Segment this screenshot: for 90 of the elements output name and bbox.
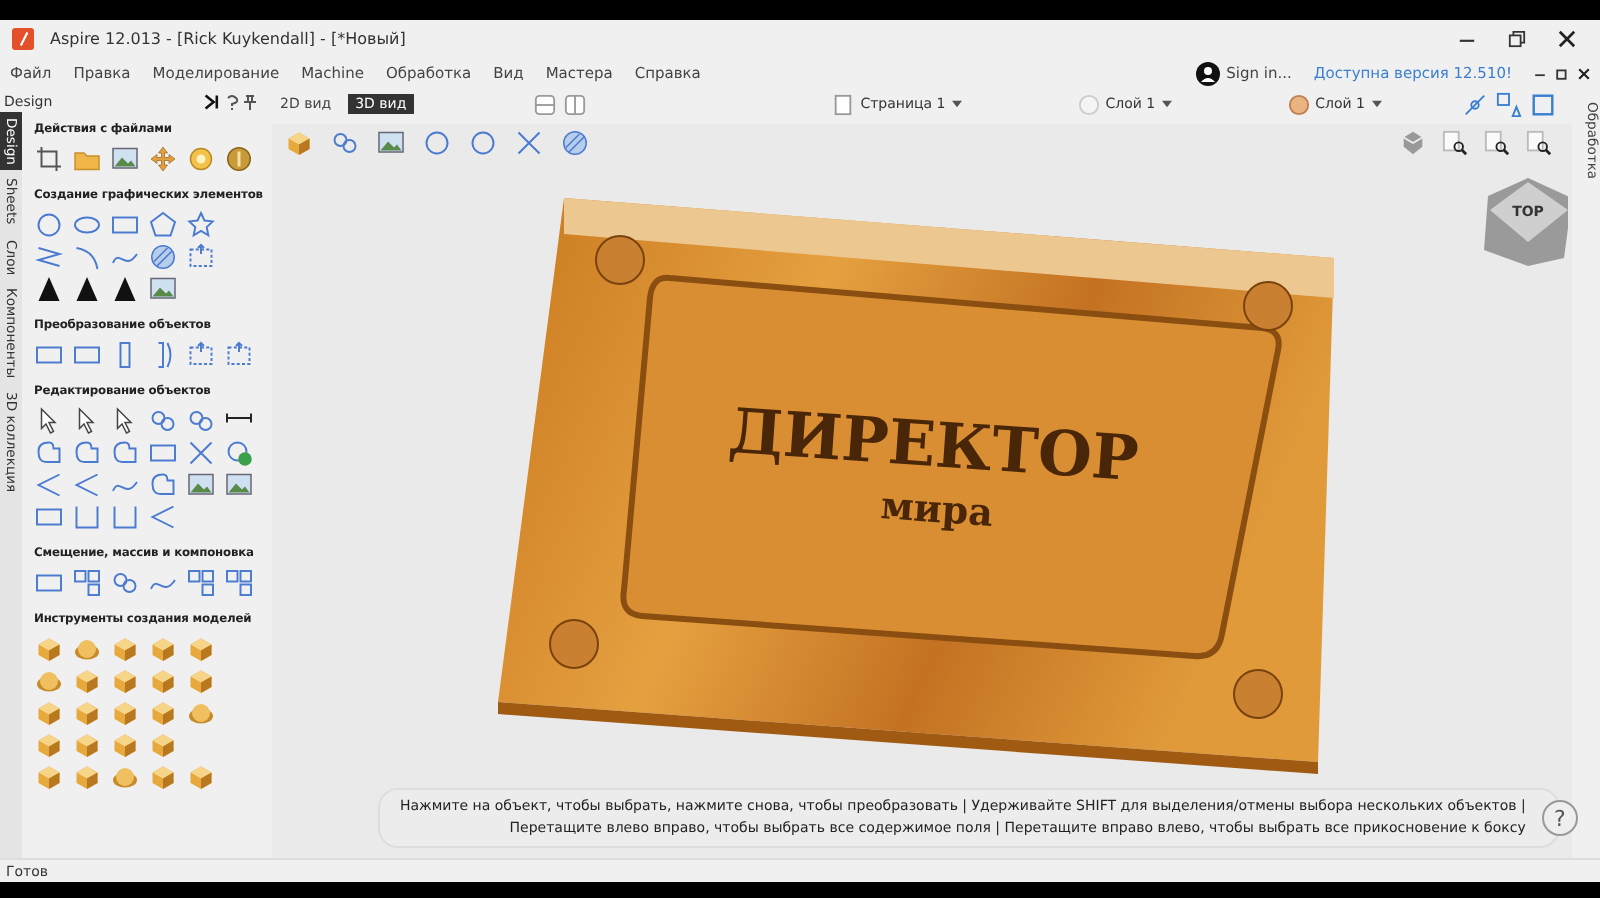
cube-icon[interactable] [34,697,64,727]
angle-icon[interactable] [34,469,64,499]
nodes-icon[interactable] [148,405,178,435]
close-icon[interactable] [1558,29,1576,47]
cross-icon[interactable] [186,437,216,467]
cube-icon[interactable] [186,761,216,791]
cube-icon[interactable] [148,697,178,727]
close-icon[interactable] [1578,67,1590,79]
picture-icon[interactable] [148,273,178,303]
user-icon[interactable] [1196,61,1221,85]
circle-icon[interactable] [422,127,452,157]
cube-icon[interactable] [72,665,102,695]
cube-icon[interactable] [186,633,216,663]
cube-icon[interactable] [186,665,216,695]
square-icon[interactable] [1530,91,1556,117]
window-title: Aspire 12.013 - [Rick Kuykendall] - [*Новый] [50,29,408,47]
frame-icon[interactable] [186,339,216,369]
circle-icon[interactable] [468,127,498,157]
triangle-icon[interactable] [34,273,64,303]
star-icon[interactable] [186,209,216,239]
cube-icon[interactable] [148,729,178,759]
nodes-icon[interactable] [110,567,140,597]
cube-icon[interactable] [110,729,140,759]
cube-icon[interactable] [72,729,102,759]
grid-icon[interactable] [72,567,102,597]
pentagon-icon[interactable] [148,209,178,239]
cube-icon[interactable] [34,729,64,759]
frame-icon[interactable] [186,241,216,271]
app-logo-icon [12,27,34,49]
hatch-icon[interactable] [148,241,178,271]
help-button[interactable]: ? [1541,800,1578,836]
bolt-head [1243,281,1293,331]
circle-icon[interactable] [34,209,64,239]
cube-icon[interactable] [72,761,102,791]
picture-icon[interactable] [110,143,140,173]
zoom-icon[interactable] [1526,129,1552,155]
cube-icon[interactable] [110,633,140,663]
zigzag-icon[interactable] [34,241,64,271]
picture-icon[interactable] [224,469,254,499]
blob-icon[interactable] [148,469,178,499]
grid-icon[interactable] [224,567,254,597]
crop-icon[interactable] [34,143,64,173]
picture-icon[interactable] [186,469,216,499]
help-icon[interactable] [226,93,238,109]
cube-icon[interactable] [110,697,140,727]
blob-icon[interactable] [34,437,64,467]
nodes-icon[interactable] [186,405,216,435]
zoom-icon[interactable] [1442,129,1468,155]
triangle-icon[interactable] [72,273,102,303]
pin-icon[interactable] [244,93,256,109]
blob-icon[interactable] [110,437,140,467]
collapse-icon[interactable] [204,93,220,109]
coin-icon[interactable] [224,143,254,173]
move-icon[interactable] [148,143,178,173]
cube-icon[interactable] [34,761,64,791]
cube-icon[interactable] [148,665,178,695]
angle-icon[interactable] [148,501,178,531]
restore-icon[interactable] [1556,67,1568,79]
shapes-icon[interactable] [1496,91,1522,117]
cube-icon[interactable] [284,127,314,157]
cube-icon[interactable] [148,761,178,791]
caret-icon[interactable] [1161,100,1172,108]
cube-icon[interactable] [110,665,140,695]
cube-icon[interactable] [72,697,102,727]
bolt-head [595,235,645,285]
triangle-icon[interactable] [110,273,140,303]
bolt-head [1233,669,1283,719]
cube-icon[interactable] [148,633,178,663]
restore-icon[interactable] [1508,29,1526,47]
cube-view-icon[interactable] [1400,129,1426,155]
blob-icon[interactable] [72,437,102,467]
page-icon [832,93,855,115]
cube-icon[interactable] [34,633,64,663]
caret-icon[interactable] [951,100,962,108]
split-view-icon[interactable] [564,93,587,115]
layer-icon [1077,93,1100,115]
cross-icon[interactable] [514,127,544,157]
frame-icon[interactable] [224,339,254,369]
grid-icon[interactable] [186,567,216,597]
bolt-head [549,619,599,669]
zoom-icon[interactable] [1484,129,1510,155]
caret-icon[interactable] [1371,100,1381,108]
split-view-icon[interactable] [534,93,557,115]
angle-icon[interactable] [72,469,102,499]
picture-icon[interactable] [376,127,406,157]
arc-icon[interactable] [72,241,102,271]
layer-icon [1287,93,1310,115]
node-edit-icon[interactable] [1462,91,1488,117]
hatch-icon[interactable] [560,127,590,157]
nodes-icon[interactable] [330,127,360,157]
